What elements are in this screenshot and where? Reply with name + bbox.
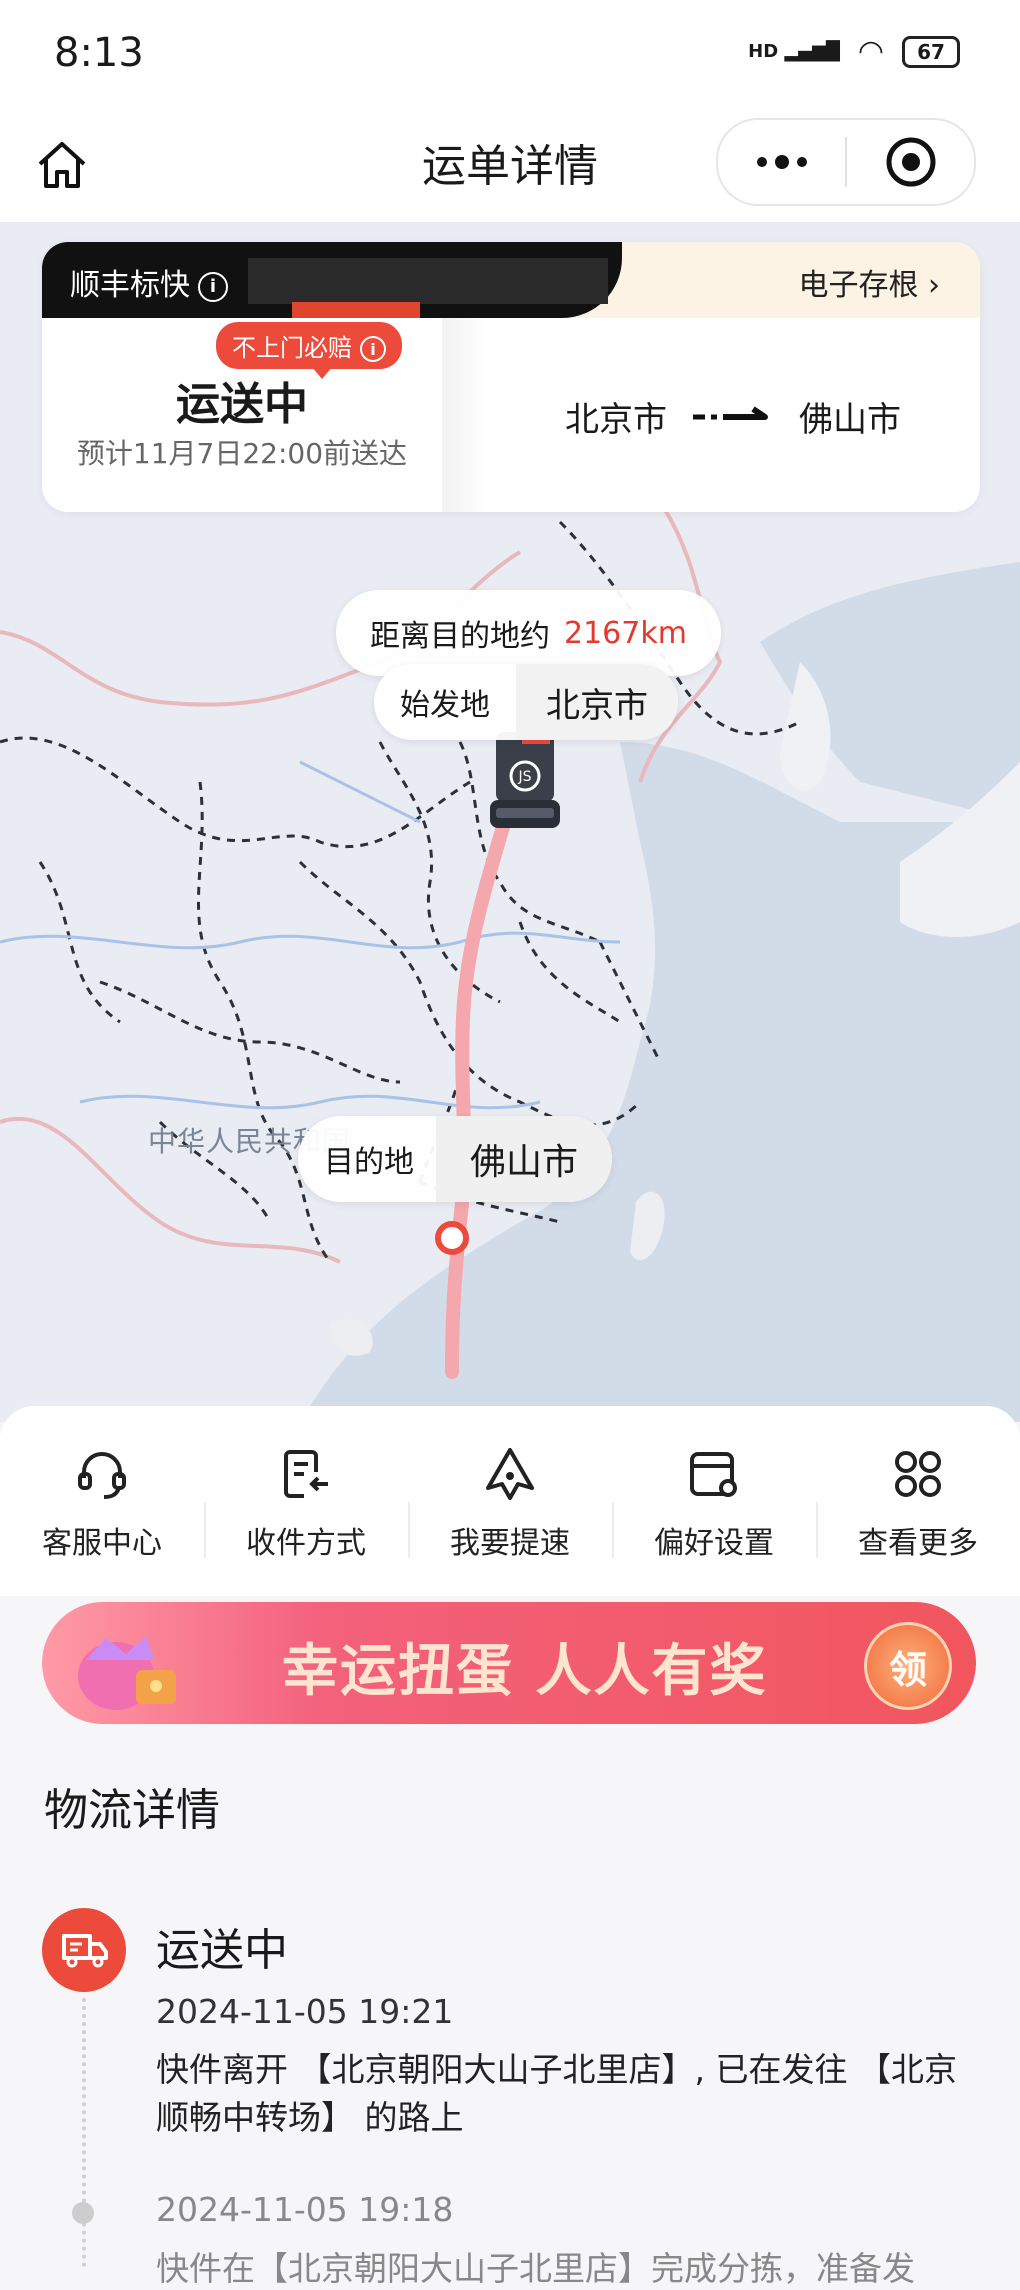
route-from: 北京市 xyxy=(565,400,667,440)
shipment-status: 运送中 xyxy=(176,379,308,430)
chevron-right-icon: › xyxy=(928,268,940,303)
card-divider xyxy=(442,318,486,512)
origin-pill: 始发地 北京市 xyxy=(374,664,678,740)
wifi-icon: ◠ xyxy=(857,34,884,69)
speed-up-icon xyxy=(486,1448,534,1500)
event-time: 2024-11-05 19:18 xyxy=(156,2190,454,2229)
destination-pill: 目的地 佛山市 xyxy=(298,1116,613,1202)
route-to: 佛山市 xyxy=(799,400,901,440)
claim-button[interactable]: 领 xyxy=(864,1622,952,1710)
guarantee-badge[interactable]: 不上门必赔 i xyxy=(216,322,402,379)
svg-text:JS: JS xyxy=(517,769,531,785)
distance-value: 2167km xyxy=(564,615,687,651)
arrow-right-icon xyxy=(693,406,768,420)
origin-city: 北京市 xyxy=(516,664,678,740)
timeline-line xyxy=(82,1998,86,2267)
close-target-icon[interactable] xyxy=(847,120,974,204)
more-dots-icon[interactable] xyxy=(718,120,845,204)
more-grid-icon xyxy=(895,1451,941,1497)
event-status: 运送中 xyxy=(156,1925,288,1976)
destination-city: 佛山市 xyxy=(436,1116,613,1202)
info-icon[interactable]: i xyxy=(198,271,228,302)
distance-label: 距离目的地约 xyxy=(370,619,550,654)
action-speed-up[interactable]: 我要提速 xyxy=(408,1406,612,1596)
redacted-mark xyxy=(292,302,420,318)
event-description: 快件在【北京朝阳大山子北里店】完成分拣，准备发 xyxy=(156,2249,915,2288)
status-bar: 8:13 HD ▂▄▆█ ◠ 67 xyxy=(0,0,1020,110)
badge-info-icon: i xyxy=(360,336,386,362)
mini-program-capsule xyxy=(716,118,976,206)
redacted-waybill-number xyxy=(248,258,608,304)
event-description: 快件离开 【北京朝阳大山子北里店】, 已在发往 【北京顺畅中转场】 的路上 xyxy=(156,2050,957,2137)
truck-icon: JS xyxy=(490,732,560,828)
receive-method-icon xyxy=(284,1450,328,1498)
status-icons: HD ▂▄▆█ ◠ 67 xyxy=(748,34,960,69)
action-customer-service[interactable]: 客服中心 xyxy=(0,1406,204,1596)
estimated-delivery: 预计11月7日22:00前送达 xyxy=(76,437,408,470)
route-summary: 北京市 佛山市 xyxy=(486,392,980,441)
service-name[interactable]: 顺丰标快 i xyxy=(70,260,228,304)
action-preferences[interactable]: 偏好设置 xyxy=(612,1406,816,1596)
destination-label: 目的地 xyxy=(324,1145,414,1180)
promo-banner[interactable]: 幸运扭蛋 人人有奖 领 xyxy=(42,1602,976,1724)
truck-status-icon xyxy=(42,1908,126,1992)
logistics-section: 物流详情 运送中 2024-11-05 19:21 快件离开 【北京朝阳大山子北… xyxy=(0,1724,1020,2288)
logistics-title: 物流详情 xyxy=(44,1785,220,1836)
nav-header: 运单详情 xyxy=(0,110,1020,222)
action-receive-method[interactable]: 收件方式 xyxy=(204,1406,408,1596)
shipment-summary-card: 顺丰标快 i 电子存根 › 不上门必赔 i 运送中 预计11月7日22:00前送达 … xyxy=(42,242,980,512)
battery-icon: 67 xyxy=(902,35,960,68)
timeline-dot xyxy=(72,2202,94,2224)
electronic-stub-link[interactable]: 电子存根 › xyxy=(798,260,940,304)
signal-icon: HD ▂▄▆█ xyxy=(748,41,840,62)
action-bar: 客服中心 收件方式 我要提速 偏好设置 查看更多 xyxy=(0,1406,1020,1596)
origin-label: 始发地 xyxy=(400,688,490,723)
action-more[interactable]: 查看更多 xyxy=(816,1406,1020,1596)
headset-icon xyxy=(78,1452,126,1499)
gift-capsule-icon xyxy=(78,1636,176,1710)
event-time: 2024-11-05 19:21 xyxy=(156,1992,454,2031)
preference-icon xyxy=(690,1452,737,1497)
status-time: 8:13 xyxy=(54,30,144,76)
banner-text: 幸运扭蛋 人人有奖 xyxy=(282,1639,768,1704)
